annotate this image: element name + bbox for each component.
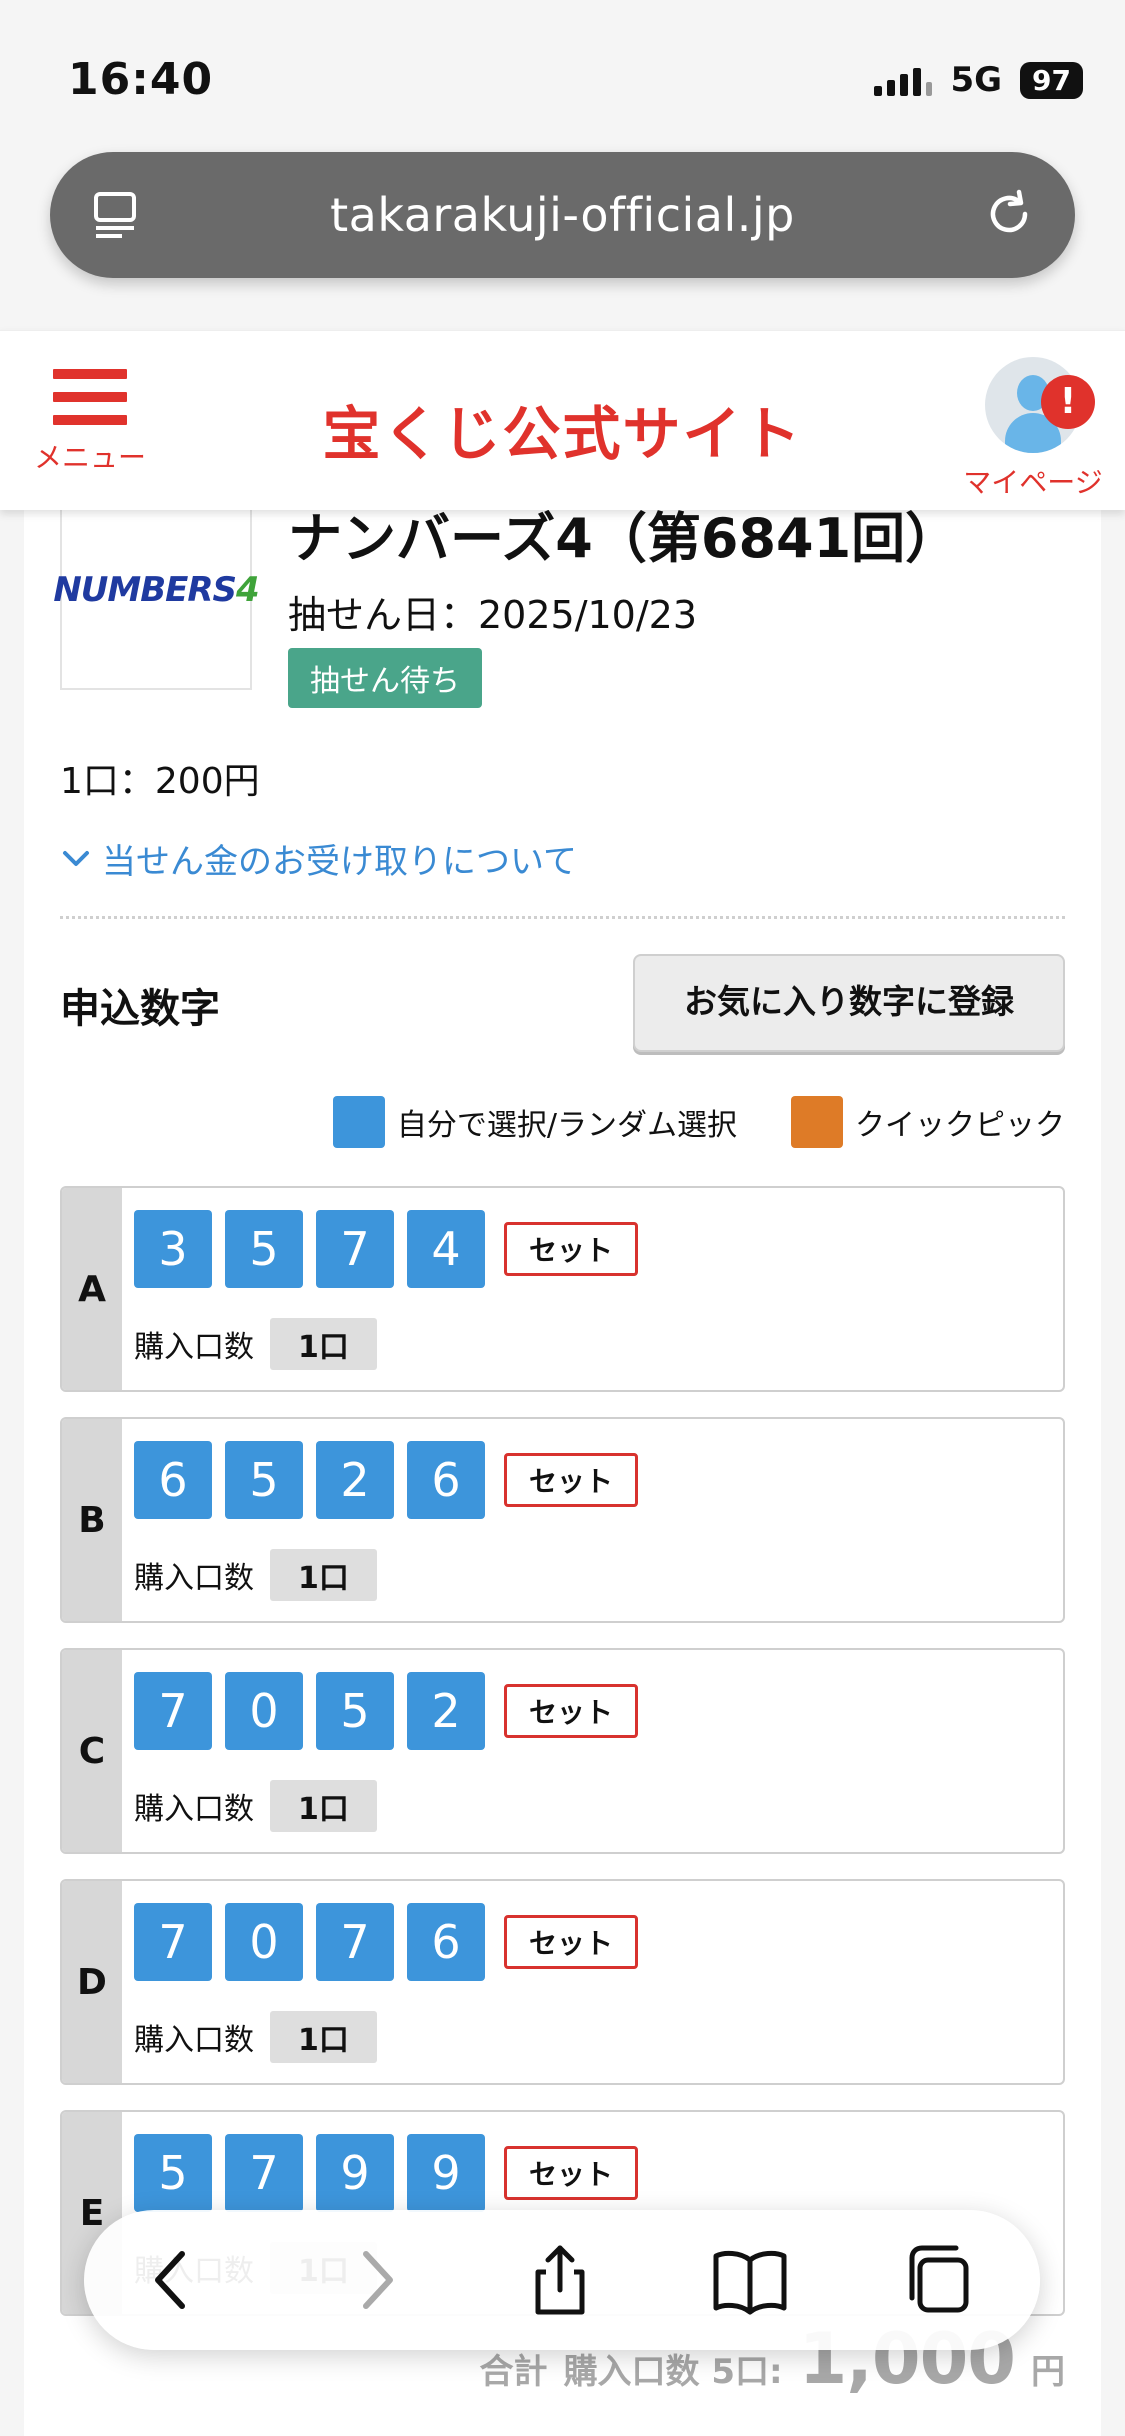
entry-row-b: B 6 5 2 6 セット 購入口数 1口 [60,1417,1065,1623]
notification-badge: ! [1041,375,1095,429]
legend-label-manual: 自分で選択/ランダム選択 [396,1108,737,1143]
status-indicators: 5G 97 [874,60,1083,100]
status-bar: 16:40 5G 97 [0,0,1125,150]
signal-icon [874,64,933,96]
legend-label-quickpick: クイックピック [855,1108,1065,1143]
unit-price: 1口：200円 [60,761,260,802]
chevron-down-icon [63,850,89,866]
qty-label: 購入口数 [134,1561,254,1596]
total-label: 合計 [479,2352,548,2392]
entry-row-a: A 3 5 7 4 セット 購入口数 1口 [60,1186,1065,1392]
qty-label: 購入口数 [134,2023,254,2058]
total-unit: 円 [1031,2352,1065,2392]
digit-box: 5 [134,2134,212,2212]
digit-box: 6 [407,1441,485,1519]
browser-toolbar [84,2210,1040,2350]
set-tag: セット [504,1453,639,1507]
add-favorite-button[interactable]: お気に入り数字に登録 [633,954,1065,1052]
row-letter: C [62,1650,122,1852]
winnings-link-label: 当せん金のお受け取りについて [102,842,577,882]
battery-icon: 97 [1020,61,1083,99]
digit-box: 4 [407,1210,485,1288]
digit-box: 7 [316,1903,394,1981]
reader-mode-icon[interactable] [92,190,140,240]
digit-box: 5 [316,1672,394,1750]
qty-value: 1口 [270,2011,377,2063]
qty-label: 購入口数 [134,1792,254,1827]
qty-label: 購入口数 [134,1330,254,1365]
digit-box: 7 [316,1210,394,1288]
forward-icon[interactable] [334,2242,414,2318]
status-time: 16:40 [68,54,214,105]
bookmarks-icon[interactable] [710,2242,790,2318]
back-icon[interactable] [134,2242,214,2318]
row-letter: A [62,1188,122,1390]
digit-box: 6 [134,1441,212,1519]
digit-box: 5 [225,1210,303,1288]
digit-box: 3 [134,1210,212,1288]
status-badge: 抽せん待ち [288,648,482,708]
digit-box: 0 [225,1903,303,1981]
share-icon[interactable] [520,2242,600,2318]
total-qty: 購入口数 5口: [563,2352,783,2392]
section-title: 申込数字 [60,986,220,1032]
digit-box: 5 [225,1441,303,1519]
url-bar[interactable]: takarakuji-official.jp [50,152,1075,278]
entry-row-c: C 7 0 5 2 セット 購入口数 1口 [60,1648,1065,1854]
network-type: 5G [950,60,1003,100]
entry-row-d: D 7 0 7 6 セット 購入口数 1口 [60,1879,1065,2085]
reload-icon[interactable] [983,188,1035,240]
winnings-info-link[interactable]: 当せん金のお受け取りについて [60,834,577,883]
digit-box: 7 [134,1672,212,1750]
qty-value: 1口 [270,1549,377,1601]
set-tag: セット [504,2146,639,2200]
legend: 自分で選択/ランダム選択 クイックピック [332,1096,1065,1148]
digit-box: 7 [134,1903,212,1981]
set-tag: セット [504,1915,639,1969]
url-text[interactable]: takarakuji-official.jp [330,188,795,242]
numbers4-logo: NUMBERS4 [53,490,260,690]
tabs-icon[interactable] [900,2242,980,2318]
legend-swatch-quickpick [791,1096,843,1148]
qty-value: 1口 [270,1318,377,1370]
legend-swatch-manual [332,1096,385,1148]
mypage-button[interactable]: ! マイページ [963,357,1103,501]
draw-date: 抽せん日：2025/10/23 [288,593,698,637]
digit-box: 7 [225,2134,303,2212]
row-letter: B [62,1419,122,1621]
digit-box: 9 [316,2134,394,2212]
set-tag: セット [504,1684,639,1738]
entry-rows: A 3 5 7 4 セット 購入口数 1口 B 6 5 2 6 セット 購入口数… [60,1186,1065,2341]
row-letter: D [62,1881,122,2083]
mypage-label: マイページ [963,466,1103,499]
digit-box: 6 [407,1903,485,1981]
digit-box: 2 [316,1441,394,1519]
site-logo[interactable]: 宝くじ公式サイト [0,387,1125,471]
digit-box: 9 [407,2134,485,2212]
set-tag: セット [504,1222,639,1276]
qty-value: 1口 [270,1780,377,1832]
main-content: NUMBERS4 ナンバーズ4（第6841回） 抽せん日：2025/10/23 … [24,430,1101,2436]
divider [60,916,1065,919]
digit-box: 2 [407,1672,485,1750]
site-header: メニュー 宝くじ公式サイト ! マイページ [0,330,1125,510]
digit-box: 0 [225,1672,303,1750]
